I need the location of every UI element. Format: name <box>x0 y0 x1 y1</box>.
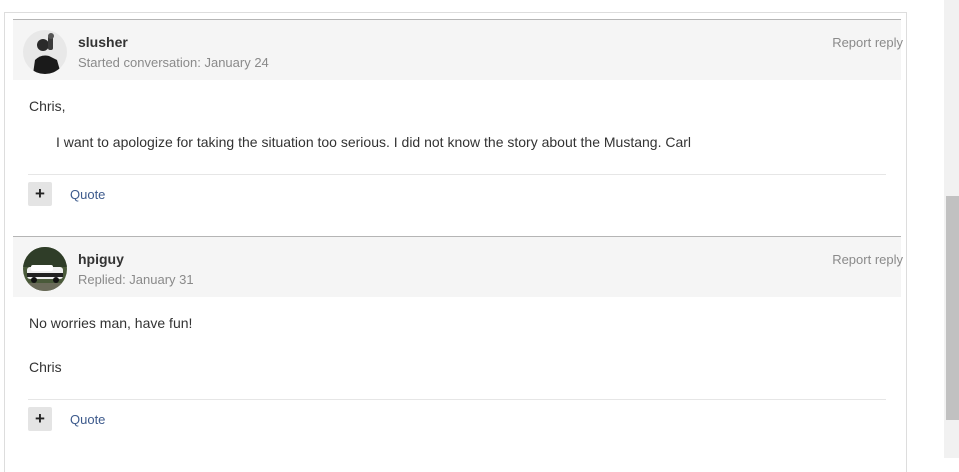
username[interactable]: hpiguy <box>78 251 124 267</box>
post-hpiguy: hpiguy Replied: January 31 Report reply … <box>13 236 903 431</box>
post-meta: Replied: January 31 <box>78 272 194 287</box>
post-header: hpiguy Replied: January 31 Report reply <box>13 236 903 297</box>
divider <box>28 399 886 400</box>
report-reply-link[interactable]: Report reply <box>832 252 903 267</box>
avatar-image-icon <box>23 247 67 291</box>
expand-plus-button[interactable]: + <box>28 407 52 431</box>
divider <box>28 174 886 175</box>
scrollbar-thumb[interactable] <box>946 196 959 420</box>
post-slusher: slusher Started conversation: January 24… <box>13 19 903 206</box>
report-reply-link[interactable]: Report reply <box>832 35 903 50</box>
quote-link[interactable]: Quote <box>70 412 105 427</box>
user-avatar[interactable] <box>23 30 67 74</box>
username[interactable]: slusher <box>78 34 128 50</box>
post-text-line: Chris <box>29 359 62 375</box>
post-meta: Started conversation: January 24 <box>78 55 269 70</box>
post-header: slusher Started conversation: January 24… <box>13 19 903 80</box>
avatar-image-icon <box>23 30 67 74</box>
expand-plus-button[interactable]: + <box>28 182 52 206</box>
quoted-text: I want to apologize for taking the situa… <box>56 134 692 150</box>
quote-link[interactable]: Quote <box>70 187 105 202</box>
conversation-panel: slusher Started conversation: January 24… <box>4 12 907 472</box>
post-text-line: No worries man, have fun! <box>29 315 193 331</box>
user-avatar[interactable] <box>23 247 67 291</box>
post-text-line: Chris, <box>29 98 66 114</box>
